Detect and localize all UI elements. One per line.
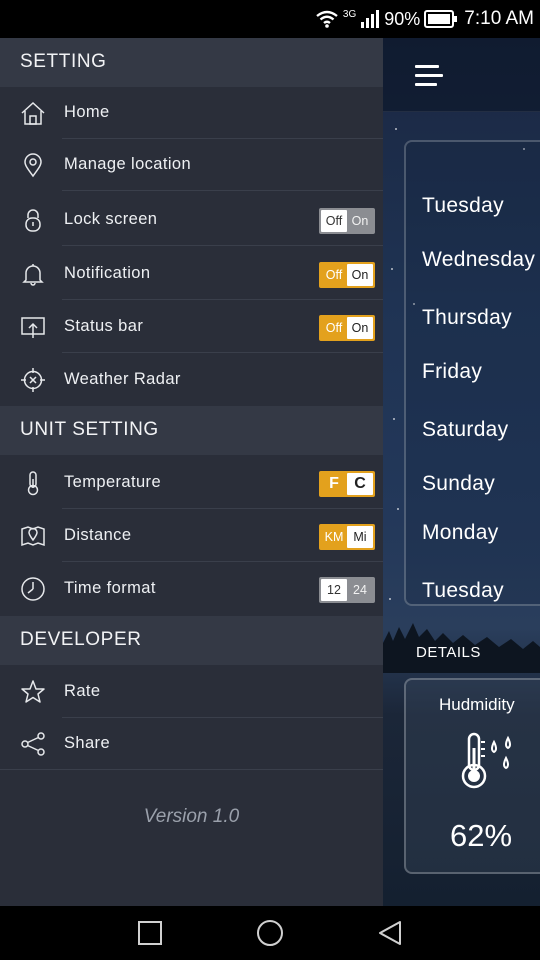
menu-item-label: Weather Radar — [64, 370, 181, 388]
recent-apps-button[interactable] — [136, 919, 164, 947]
format-24-option[interactable]: 24 — [347, 579, 373, 601]
forecast-days-card: Tuesday Wednesday Thursday Friday Saturd… — [404, 140, 540, 606]
toggle-off-option[interactable]: Off — [321, 317, 347, 339]
section-title: SETTING — [20, 51, 107, 72]
forecast-day: Wednesday — [422, 248, 536, 271]
system-navigation-bar — [0, 906, 540, 960]
menu-item-share[interactable]: Share — [0, 718, 383, 770]
forecast-day: Saturday — [422, 418, 509, 441]
share-icon — [21, 732, 45, 756]
menu-item-label: Lock screen — [64, 210, 158, 228]
menu-item-notification[interactable]: Notification Off On — [0, 248, 383, 300]
thermometer-drops-icon — [461, 732, 511, 789]
thermometer-icon — [27, 471, 39, 496]
home-icon — [21, 101, 45, 125]
menu-item-label: Status bar — [64, 317, 144, 335]
forecast-day: Tuesday — [422, 579, 504, 602]
humidity-card[interactable]: Hudmidity 62% — [404, 678, 540, 874]
unit-c-option[interactable]: C — [347, 473, 373, 495]
distance-unit-toggle[interactable]: KM Mi — [319, 524, 375, 550]
menu-item-label: Rate — [64, 682, 101, 700]
menu-item-label: Notification — [64, 264, 151, 282]
humidity-value: 62% — [450, 818, 513, 853]
section-title: UNIT SETTING — [20, 419, 159, 440]
humidity-title: Hudmidity — [439, 695, 515, 714]
back-button[interactable] — [376, 919, 404, 947]
section-header-developer: DEVELOPER — [0, 616, 383, 665]
home-button[interactable] — [256, 919, 284, 947]
menu-item-temperature[interactable]: Temperature F C — [0, 457, 383, 509]
clock-icon — [21, 577, 45, 601]
battery-percent: 90% — [384, 8, 421, 29]
forecast-day: Friday — [422, 360, 483, 383]
temperature-unit-toggle[interactable]: F C — [319, 471, 375, 497]
unit-f-option[interactable]: F — [321, 473, 347, 495]
location-pin-icon — [24, 153, 42, 178]
format-12-option[interactable]: 12 — [321, 579, 347, 601]
toggle-on-option[interactable]: On — [347, 210, 373, 232]
section-header-unit-setting: UNIT SETTING — [0, 406, 383, 455]
forecast-day: Tuesday — [422, 194, 504, 217]
version-label: Version 1.0 — [143, 806, 240, 827]
status-bar: 3G 90% 7:10 AM — [0, 0, 540, 38]
status-bar-icon — [21, 317, 45, 338]
details-label: DETAILS — [416, 644, 481, 661]
menu-item-label: Temperature — [64, 473, 162, 491]
unit-mi-option[interactable]: Mi — [347, 526, 373, 548]
app-bar — [383, 38, 540, 112]
menu-item-label: Home — [64, 103, 110, 121]
crosshair-icon — [21, 368, 45, 392]
menu-item-label: Distance — [64, 526, 132, 544]
star-icon — [21, 680, 45, 703]
section-title: DEVELOPER — [20, 629, 142, 650]
forecast-day: Sunday — [422, 472, 496, 495]
unit-km-option[interactable]: KM — [321, 526, 347, 548]
settings-drawer: SETTING Home Manage location Lock screen… — [0, 38, 383, 906]
menu-item-weather-radar[interactable]: Weather Radar — [0, 354, 383, 406]
weather-background-screen: Tuesday Wednesday Thursday Friday Saturd… — [383, 38, 540, 906]
menu-item-rate[interactable]: Rate — [0, 666, 383, 718]
section-header-setting: SETTING — [0, 38, 383, 87]
menu-item-home[interactable]: Home — [0, 87, 383, 139]
menu-item-manage-location[interactable]: Manage location — [0, 139, 383, 191]
toggle-on-option[interactable]: On — [347, 317, 373, 339]
forecast-day: Monday — [422, 521, 499, 544]
menu-item-lock-screen[interactable]: Lock screen Off On — [0, 194, 383, 246]
toggle-on-option[interactable]: On — [347, 264, 373, 286]
forecast-day: Thursday — [422, 306, 512, 329]
notification-toggle[interactable]: Off On — [319, 262, 375, 288]
network-type: 3G — [342, 8, 357, 20]
status-bar-toggle[interactable]: Off On — [319, 315, 375, 341]
hamburger-menu-icon[interactable] — [415, 65, 443, 87]
toggle-off-option[interactable]: Off — [321, 210, 347, 232]
wifi-icon — [316, 10, 338, 28]
menu-item-label: Time format — [64, 579, 156, 597]
lock-screen-toggle[interactable]: Off On — [319, 208, 375, 234]
menu-item-label: Share — [64, 734, 111, 752]
clock: 7:10 AM — [464, 8, 534, 29]
toggle-off-option[interactable]: Off — [321, 264, 347, 286]
lock-icon — [25, 209, 41, 232]
menu-item-distance[interactable]: Distance KM Mi — [0, 510, 383, 562]
tree-line-silhouette — [383, 623, 540, 673]
battery-icon — [424, 10, 458, 28]
bell-icon — [22, 264, 44, 286]
time-format-toggle[interactable]: 12 24 — [319, 577, 375, 603]
menu-item-time-format[interactable]: Time format 12 24 — [0, 563, 383, 615]
menu-item-status-bar[interactable]: Status bar Off On — [0, 301, 383, 353]
map-pin-icon — [21, 526, 45, 547]
menu-item-label: Manage location — [64, 155, 192, 173]
signal-icon — [361, 10, 380, 28]
